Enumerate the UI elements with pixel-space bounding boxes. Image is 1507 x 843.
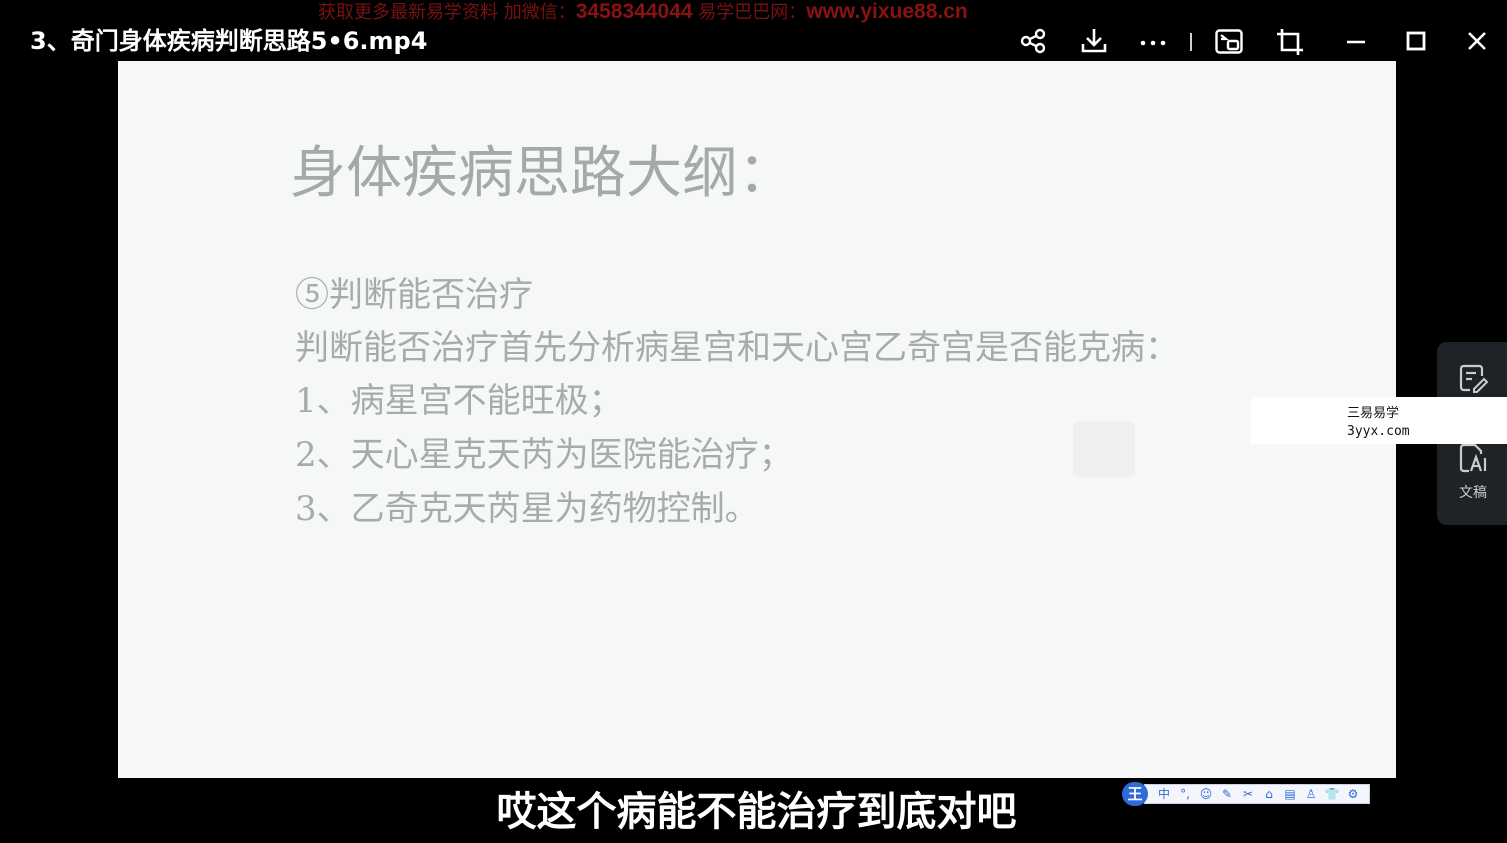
picture-in-picture-icon bbox=[1215, 29, 1243, 54]
picture-in-picture-button[interactable] bbox=[1214, 26, 1244, 56]
ime-handwriting-button[interactable]: ✎ bbox=[1218, 786, 1236, 802]
subtitle-text: 哎这个病能不能治疗到底对吧 bbox=[496, 789, 1017, 835]
title-bar: 获取更多最新易学资料 加微信：3458344044 易学巴巴网：www.yixu… bbox=[0, 0, 1507, 60]
video-frame-slide[interactable]: 身体疾病思路大纲： ⑤判断能否治疗 判断能否治疗首先分析病星宫和天心宫乙奇宫是否… bbox=[118, 61, 1396, 778]
more-button[interactable] bbox=[1138, 26, 1168, 56]
slide-line-item-2: 2、天心星克天芮为医院能治疗； bbox=[295, 435, 793, 475]
watermark-prefix: 获取更多最新易学资料 加微信： bbox=[318, 2, 576, 23]
transcript-label: 文稿 bbox=[1459, 485, 1487, 501]
window-title: 3、奇门身体疾病判断思路5•6.mp4 bbox=[30, 27, 428, 55]
ime-skin-button[interactable]: 👕 bbox=[1323, 786, 1341, 802]
crop-icon bbox=[1277, 29, 1303, 55]
slide-line-intro: 判断能否治疗首先分析病星宫和天心宫乙奇宫是否能克病： bbox=[295, 328, 1179, 368]
ime-toolbar-strip: 中 °, ☺ ✎ ✂ ⌂ ▤ ♙ 👕 ⚙ bbox=[1144, 784, 1370, 804]
minimize-icon bbox=[1347, 40, 1365, 44]
ime-keyboard-button[interactable]: ▤ bbox=[1281, 786, 1299, 802]
video-watermark: 获取更多最新易学资料 加微信：3458344044 易学巴巴网：www.yixu… bbox=[318, 0, 968, 25]
toolbar-divider bbox=[1190, 33, 1192, 51]
ime-user-button[interactable]: ♙ bbox=[1302, 786, 1320, 802]
slide-line-item-3: 3、乙奇克天芮星为药物控制。 bbox=[295, 489, 759, 529]
close-button[interactable] bbox=[1462, 26, 1492, 56]
ime-punctuation-button[interactable]: °, bbox=[1176, 786, 1194, 802]
maximize-button[interactable] bbox=[1401, 26, 1431, 56]
minimize-button[interactable] bbox=[1341, 26, 1371, 56]
slide-blur-patch bbox=[1073, 421, 1135, 477]
slide-line-item-1: 1、病星宫不能旺极； bbox=[295, 381, 623, 421]
ime-toolbar: 中 °, ☺ ✎ ✂ ⌂ ▤ ♙ 👕 ⚙ 王 bbox=[1122, 782, 1370, 806]
ai-transcript-button[interactable] bbox=[1457, 442, 1489, 474]
site-badge-url: 3yyx.com bbox=[1347, 424, 1410, 439]
download-button[interactable] bbox=[1079, 26, 1109, 56]
ime-emoji-button[interactable]: ☺ bbox=[1197, 786, 1215, 802]
notes-edit-icon bbox=[1459, 364, 1489, 393]
notes-edit-button[interactable] bbox=[1457, 362, 1489, 394]
crop-button[interactable] bbox=[1274, 26, 1304, 56]
site-watermark-badge: 三易易学 3yyx.com bbox=[1251, 397, 1507, 444]
watermark-mid: 易学巴巴网： bbox=[692, 2, 807, 23]
ime-settings-button[interactable]: ⚙ bbox=[1344, 786, 1362, 802]
site-badge-name: 三易易学 bbox=[1347, 406, 1400, 421]
ime-home-button[interactable]: ⌂ bbox=[1260, 786, 1278, 802]
watermark-wechat: 3458344044 bbox=[575, 0, 693, 23]
ime-screenshot-button[interactable]: ✂ bbox=[1239, 786, 1257, 802]
maximize-icon bbox=[1406, 31, 1426, 51]
slide-heading: 身体疾病思路大纲： bbox=[290, 141, 794, 206]
slide-line-section: ⑤判断能否治疗 bbox=[295, 275, 533, 315]
ai-transcript-icon bbox=[1459, 443, 1487, 473]
watermark-url: www.yixue88.cn bbox=[806, 0, 968, 23]
share-button[interactable] bbox=[1018, 26, 1048, 56]
ime-logo-icon[interactable]: 王 bbox=[1122, 782, 1148, 806]
ime-chinese-mode-button[interactable]: 中 bbox=[1155, 786, 1173, 802]
share-icon bbox=[1020, 28, 1046, 54]
more-icon bbox=[1140, 40, 1166, 46]
close-icon bbox=[1468, 32, 1486, 50]
download-icon bbox=[1081, 29, 1107, 53]
